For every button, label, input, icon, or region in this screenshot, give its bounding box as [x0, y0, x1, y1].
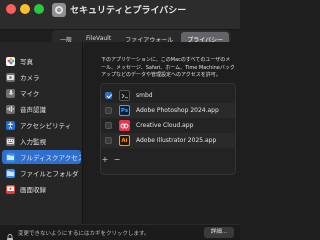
app-checkbox[interactable]: [105, 137, 112, 144]
accessibility-icon: [6, 120, 15, 130]
screen-recording-icon: [6, 184, 15, 194]
minimize-button[interactable]: [20, 4, 30, 14]
sidebar-item-photos[interactable]: 写真: [2, 54, 81, 68]
terminal-icon: [119, 90, 130, 101]
remove-app-button[interactable]: −: [112, 155, 122, 164]
sidebar-item-label: ファイルとフォルダ: [20, 170, 79, 178]
microphone-icon: [6, 88, 15, 98]
list-item[interactable]: smbd: [101, 88, 235, 103]
list-item[interactable]: Ps Adobe Photoshop 2024.app: [101, 103, 235, 118]
app-name: Creative Cloud.app: [136, 122, 194, 129]
title-bar: セキュリティとプライバシー: [0, 0, 240, 30]
folder-icon: [6, 168, 15, 178]
lock-icon[interactable]: [6, 228, 14, 240]
lock-hint-text: 変更できないようにするにはカギをクリックします。: [18, 231, 150, 237]
sidebar-item-label: マイク: [20, 90, 40, 98]
sidebar-item-label: 入力監視: [20, 138, 46, 146]
list-controls: + −: [100, 155, 122, 164]
speech-recognition-icon: [6, 104, 15, 114]
illustrator-icon: Ai: [119, 135, 130, 146]
camera-icon: [6, 72, 15, 82]
sidebar-item-files-and-folders[interactable]: ファイルとフォルダ: [2, 166, 81, 180]
app-name: Adobe Photoshop 2024.app: [136, 107, 219, 114]
zoom-button[interactable]: [34, 4, 44, 14]
close-button[interactable]: [6, 4, 16, 14]
sidebar-item-camera[interactable]: カメラ: [2, 70, 81, 84]
sidebar-item-label: 音声認識: [20, 106, 46, 114]
app-checkbox[interactable]: [105, 107, 112, 114]
list-item[interactable]: Creative Cloud.app: [101, 118, 235, 133]
list-item[interactable]: Ai Adobe Illustrator 2025.app: [101, 133, 235, 148]
sidebar-item-microphone[interactable]: マイク: [2, 86, 81, 100]
sidebar-item-label: 画面収録: [20, 186, 46, 194]
privacy-sidebar: 写真 カメラ マイク 音声認識 アクセシビリティ 入力監視 フルディスクアクセス…: [0, 42, 83, 232]
app-checkbox[interactable]: [105, 92, 112, 99]
window-title: セキュリティとプライバシー: [70, 6, 187, 16]
app-checkbox[interactable]: [105, 122, 112, 129]
folder-icon: [6, 152, 15, 162]
footer-bar: 変更できないようにするにはカギをクリックします。 詳細...: [0, 224, 240, 240]
sidebar-item-label: カメラ: [20, 74, 40, 82]
description-text: 下のアプリケーションに、このMacのすべてのユーザのメール、メッセージ、Safa…: [101, 57, 235, 79]
privacy-content: 下のアプリケーションに、このMacのすべてのユーザのメール、メッセージ、Safa…: [84, 42, 240, 240]
sidebar-item-screen-recording[interactable]: 画面収録: [2, 182, 81, 196]
sidebar-item-accessibility[interactable]: アクセシビリティ: [2, 118, 81, 132]
details-button[interactable]: 詳細...: [204, 227, 234, 238]
creative-cloud-icon: [119, 120, 130, 131]
sidebar-item-full-disk-access[interactable]: フルディスクアクセス: [2, 150, 81, 164]
photos-icon: [6, 56, 15, 66]
sidebar-item-label: アクセシビリティ: [20, 122, 72, 130]
sidebar-item-input-monitoring[interactable]: 入力監視: [2, 134, 81, 148]
photoshop-icon: Ps: [119, 105, 130, 116]
add-app-button[interactable]: +: [100, 155, 110, 164]
sidebar-item-label: フルディスクアクセス: [20, 154, 81, 162]
app-name: Adobe Illustrator 2025.app: [136, 137, 217, 144]
app-name: smbd: [136, 92, 153, 99]
sidebar-item-label: 写真: [20, 58, 33, 66]
sidebar-item-speech-recognition[interactable]: 音声認識: [2, 102, 81, 116]
security-privacy-icon: [52, 3, 66, 17]
keyboard-icon: [6, 136, 15, 146]
